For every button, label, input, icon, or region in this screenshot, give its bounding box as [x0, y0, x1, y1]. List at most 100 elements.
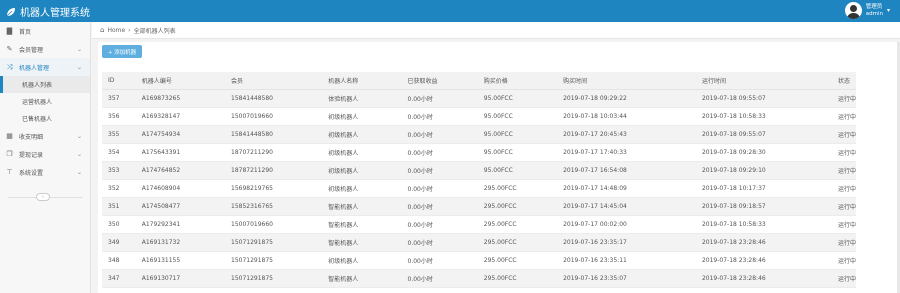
sidebar-item-label: 会员管理 [19, 46, 44, 54]
breadcrumb-home[interactable]: Home [107, 27, 125, 34]
sidebar-item-settings[interactable]: ⊤ 系统设置 ⌄ [0, 163, 90, 181]
table-row[interactable]: 357 A169873265 15841448580 体验机器人 0.00小时 95.00… [102, 89, 856, 108]
column-header-run-time[interactable]: 运行时间 [695, 72, 832, 90]
user-menu[interactable]: 管理员 admin ▾ [844, 2, 890, 19]
cell-robot-code: A174764852 [135, 161, 225, 180]
cell-robot-name: 初级机器人 [322, 143, 402, 162]
cell-robot-code: A169131732 [135, 233, 225, 252]
table-row[interactable]: 355 A174754934 15841448580 初级机器人 0.00小时 95.00… [102, 125, 856, 144]
cell-robot-name: 初级机器人 [322, 179, 402, 198]
cell-robot-name: 体验机器人 [322, 89, 402, 108]
app-brand[interactable]: 机器人管理系统 [6, 4, 90, 19]
cell-id: 357 [102, 89, 136, 108]
column-header-status[interactable]: 状态 [831, 72, 856, 90]
column-header-purchase-time[interactable]: 购买时间 [557, 72, 696, 90]
cell-status: 运行中 [831, 89, 856, 108]
sidebar-item-label: 收支明细 [19, 133, 44, 141]
column-header-earnings[interactable]: 已获取收益 [401, 72, 478, 90]
table-row[interactable]: 354 A175643391 18707211290 初级机器人 0.00小时 95.00… [102, 143, 856, 162]
column-header-robot-code[interactable]: 机器人编号 [135, 72, 225, 90]
sidebar-item-robots[interactable]: ⤨ 机器人管理 ⌄ [0, 58, 90, 76]
cell-run-time: 2019-07-18 23:28:46 [695, 251, 832, 270]
sidebar-item-withdraw[interactable]: ❐ 提现记录 ⌄ [0, 145, 90, 163]
table-row[interactable]: 349 A169131732 15071291875 智能机器人 0.00小时 295.0… [102, 233, 856, 252]
cell-purchase-time: 2019-07-17 00:02:00 [557, 215, 696, 234]
sidebar-item-home[interactable]: ▇ 首页 [0, 22, 90, 40]
cell-status: 运行中 [831, 107, 856, 126]
column-header-robot-name[interactable]: 机器人名称 [322, 72, 402, 90]
cell-id: 349 [102, 233, 136, 252]
sidebar-collapse-button[interactable]: ‹ [36, 193, 50, 201]
cell-price: 95.00FCC [477, 143, 558, 162]
table-row[interactable]: 348 A169131155 15071291875 初级机器人 0.00小时 295.0… [102, 251, 856, 270]
table-row[interactable]: 350 A179292341 15007019660 智能机器人 0.00小时 295.0… [102, 215, 856, 234]
sidebar-subitem-running-robots[interactable]: 运营机器人 [0, 93, 90, 110]
cell-earnings: 0.00小时 [401, 143, 478, 162]
dashboard-icon: ▇ [6, 27, 13, 35]
cell-purchase-time: 2019-07-17 14:48:09 [557, 179, 696, 198]
leaf-logo-icon [6, 7, 15, 16]
sidebar-subitem-sold-robots[interactable]: 已售机器人 [0, 110, 90, 127]
table-row[interactable]: 347 A169130717 15071291875 智能机器人 0.00小时 295.0… [102, 269, 856, 288]
cell-status: 运行中 [831, 143, 856, 162]
cell-purchase-time: 2019-07-18 09:29:22 [557, 89, 696, 108]
add-robot-button[interactable]: + 添加机器 [102, 45, 142, 58]
user-name: admin [865, 10, 883, 17]
cell-purchase-time: 2019-07-16 23:35:07 [557, 269, 696, 288]
sidebar-item-income[interactable]: ▦ 收支明细 ⌄ [0, 127, 90, 145]
cell-status: 运行中 [831, 233, 856, 252]
table-row[interactable]: 351 A174508477 15852316765 智能机器人 0.00小时 295.0… [102, 197, 856, 216]
home-icon[interactable]: ⌂ [100, 26, 104, 34]
cell-price: 295.00FCC [477, 197, 558, 216]
sidebar-item-label: 提现记录 [19, 151, 44, 159]
cell-price: 95.00FCC [477, 89, 558, 108]
cell-robot-name: 初级机器人 [322, 161, 402, 180]
cell-run-time: 2019-07-18 23:28:46 [695, 233, 832, 252]
cell-id: 351 [102, 197, 136, 216]
cell-purchase-time: 2019-07-18 10:03:44 [557, 107, 696, 126]
cell-price: 295.00FCC [477, 215, 558, 234]
chevron-down-icon: ⌄ [76, 45, 82, 53]
main-content: + 添加机器 ID 机器人编号 会员 机器人名称 已获取收益 购买价格 购买时间… [98, 42, 898, 293]
cell-run-time: 2019-07-18 10:58:33 [695, 107, 832, 126]
cell-run-time: 2019-07-18 09:28:30 [695, 143, 832, 162]
cell-member: 15071291875 [225, 269, 323, 288]
cell-id: 356 [102, 107, 136, 126]
cell-earnings: 0.00小时 [401, 197, 478, 216]
cell-purchase-time: 2019-07-17 14:45:04 [557, 197, 696, 216]
cell-id: 348 [102, 251, 136, 270]
cell-price: 295.00FCC [477, 251, 558, 270]
table-row[interactable]: 352 A174608904 15698219765 初级机器人 0.00小时 295.0… [102, 179, 856, 198]
cell-robot-name: 智能机器人 [322, 215, 402, 234]
edit-icon: ✎ [6, 45, 13, 53]
column-header-price[interactable]: 购买价格 [477, 72, 558, 90]
cell-member: 18787211290 [225, 161, 323, 180]
cell-robot-code: A169328147 [135, 107, 225, 126]
table-row[interactable]: 353 A174764852 18787211290 初级机器人 0.00小时 95.00… [102, 161, 856, 180]
calendar-icon: ▦ [6, 132, 13, 140]
caret-down-icon[interactable]: ▾ [887, 7, 890, 14]
cell-robot-code: A179292341 [135, 215, 225, 234]
top-bar: 机器人管理系统 管理员 admin ▾ [0, 0, 900, 22]
cell-price: 295.00FCC [477, 179, 558, 198]
avatar[interactable] [844, 2, 862, 19]
cell-member: 15007019660 [225, 215, 323, 234]
cell-status: 运行中 [831, 251, 856, 270]
cell-earnings: 0.00小时 [401, 161, 478, 180]
user-role: 管理员 [865, 3, 883, 10]
table-row[interactable]: 356 A169328147 15007019660 初级机器人 0.00小时 95.00… [102, 107, 856, 126]
cell-purchase-time: 2019-07-17 16:54:08 [557, 161, 696, 180]
cell-price: 95.00FCC [477, 161, 558, 180]
cell-run-time: 2019-07-18 23:28:46 [695, 269, 832, 288]
cell-earnings: 0.00小时 [401, 269, 478, 288]
sidebar-item-members[interactable]: ✎ 会员管理 ⌄ [0, 40, 90, 58]
cell-status: 运行中 [831, 125, 856, 144]
cell-purchase-time: 2019-07-16 23:35:17 [557, 233, 696, 252]
column-header-member[interactable]: 会员 [225, 72, 323, 90]
column-header-id[interactable]: ID [102, 72, 136, 90]
cell-status: 运行中 [831, 179, 856, 198]
sidebar-item-label: 首页 [19, 28, 32, 36]
chevron-down-icon: ⌄ [76, 63, 82, 71]
sidebar-subitem-robot-list[interactable]: 机器人列表 [0, 76, 90, 93]
cell-price: 295.00FCC [477, 233, 558, 252]
